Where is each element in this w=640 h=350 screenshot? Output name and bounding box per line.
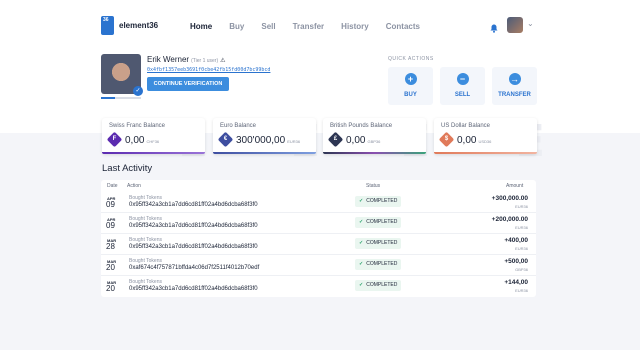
balance-amount: 0,00 USD36 xyxy=(457,135,492,146)
check-icon: ✓ xyxy=(359,261,364,267)
check-icon: ✓ xyxy=(359,240,364,246)
warning-icon: ⚠ xyxy=(220,58,226,64)
gbp-coin-icon: £ xyxy=(327,131,344,148)
eur-coin-icon: € xyxy=(217,131,234,148)
chf-coin-icon: F xyxy=(106,131,123,148)
wallet-address-link[interactable]: 0x4fbf1357eeb3691f0cbe42fb15fd00d7bc99bc… xyxy=(147,67,270,73)
check-icon: ✓ xyxy=(359,198,364,204)
status-badge: ✓ COMPLETED xyxy=(355,238,401,249)
tx-hash: 0xaf674c4f757871bffda4c06d7f2511f4012b70… xyxy=(129,265,260,271)
balance-amount: 0,00 GBP36 xyxy=(346,135,381,146)
plus-icon: + xyxy=(404,73,417,85)
nav-sell[interactable]: Sell xyxy=(261,22,275,31)
table-row[interactable]: MAR 28 Bought Tokens 0x95ff342a3cb1a7dd6… xyxy=(101,234,536,255)
column-header-status: Status xyxy=(366,183,381,189)
check-icon: ✓ xyxy=(359,219,364,225)
bell-icon[interactable] xyxy=(490,20,498,38)
tx-hash: 0x95ff342a3cb1a7dd6cd81ff02a4bd6dcba68f3… xyxy=(129,223,258,229)
logo-icon: 36 xyxy=(101,16,114,35)
app-logo[interactable]: 36 element36 xyxy=(101,16,158,35)
column-header-amount: Amount xyxy=(506,183,524,189)
nav-home[interactable]: Home xyxy=(190,22,212,31)
nav-buy[interactable]: Buy xyxy=(229,22,244,31)
nav-history[interactable]: History xyxy=(341,22,369,31)
shield-icon: ✓ xyxy=(133,86,143,96)
user-name: Erik Werner (Tier 1 user) ⚠ xyxy=(147,55,226,64)
logo-text: element36 xyxy=(119,21,159,30)
balance-card-chf[interactable]: Swiss Franc Balance F 0,00 CHF36 xyxy=(102,118,205,154)
buy-button[interactable]: + BUY xyxy=(388,67,433,105)
chevron-down-icon[interactable]: ⌄ xyxy=(527,19,534,28)
minus-icon: − xyxy=(456,73,469,85)
status-badge: ✓ COMPLETED xyxy=(355,280,401,291)
status-badge: ✓ COMPLETED xyxy=(355,217,401,228)
nav-contacts[interactable]: Contacts xyxy=(386,22,420,31)
balance-amount: 0,00 CHF36 xyxy=(125,135,160,146)
balance-amount: 300'000,00 EUR36 xyxy=(236,135,301,146)
table-row[interactable]: MAR 20 Bought Tokens 0x95ff342a3cb1a7dd6… xyxy=(101,276,536,297)
user-tier: (Tier 1 user) xyxy=(191,58,219,64)
usd-coin-icon: $ xyxy=(438,131,455,148)
status-badge: ✓ COMPLETED xyxy=(355,259,401,270)
verification-progress xyxy=(101,97,141,99)
table-row[interactable]: MAR 20 Bought Tokens 0xaf674c4f757871bff… xyxy=(101,255,536,276)
table-row[interactable]: APR 09 Bought Tokens 0x95ff342a3cb1a7dd6… xyxy=(101,192,536,213)
last-activity-title: Last Activity xyxy=(102,163,153,174)
column-header-action: Action xyxy=(127,183,141,189)
balance-card-gbp[interactable]: British Pounds Balance £ 0,00 GBP36 xyxy=(323,118,426,154)
tx-hash: 0x95ff342a3cb1a7dd6cd81ff02a4bd6dcba68f3… xyxy=(129,202,258,208)
sell-button[interactable]: − SELL xyxy=(440,67,485,105)
balance-card-eur[interactable]: Euro Balance € 300'000,00 EUR36 xyxy=(213,118,316,154)
nav-transfer[interactable]: Transfer xyxy=(293,22,325,31)
column-header-date: Date xyxy=(107,183,118,189)
check-icon: ✓ xyxy=(359,282,364,288)
main-nav: Home Buy Sell Transfer History Contacts xyxy=(190,22,437,31)
user-avatar[interactable] xyxy=(507,17,523,33)
transfer-button[interactable]: → TRANSFER xyxy=(492,67,537,105)
balance-card-usd[interactable]: US Dollar Balance $ 0,00 USD36 xyxy=(434,118,537,154)
tx-hash: 0x95ff342a3cb1a7dd6cd81ff02a4bd6dcba68f3… xyxy=(129,244,258,250)
quick-actions-title: QUICK ACTIONS xyxy=(388,56,434,62)
continue-verification-button[interactable]: CONTINUE VERIFICATION xyxy=(147,77,229,91)
tx-hash: 0x95ff342a3cb1a7dd6cd81ff02a4bd6dcba68f3… xyxy=(129,286,258,292)
table-row[interactable]: APR 09 Bought Tokens 0x95ff342a3cb1a7dd6… xyxy=(101,213,536,234)
arrow-right-icon: → xyxy=(508,73,521,85)
status-badge: ✓ COMPLETED xyxy=(355,196,401,207)
